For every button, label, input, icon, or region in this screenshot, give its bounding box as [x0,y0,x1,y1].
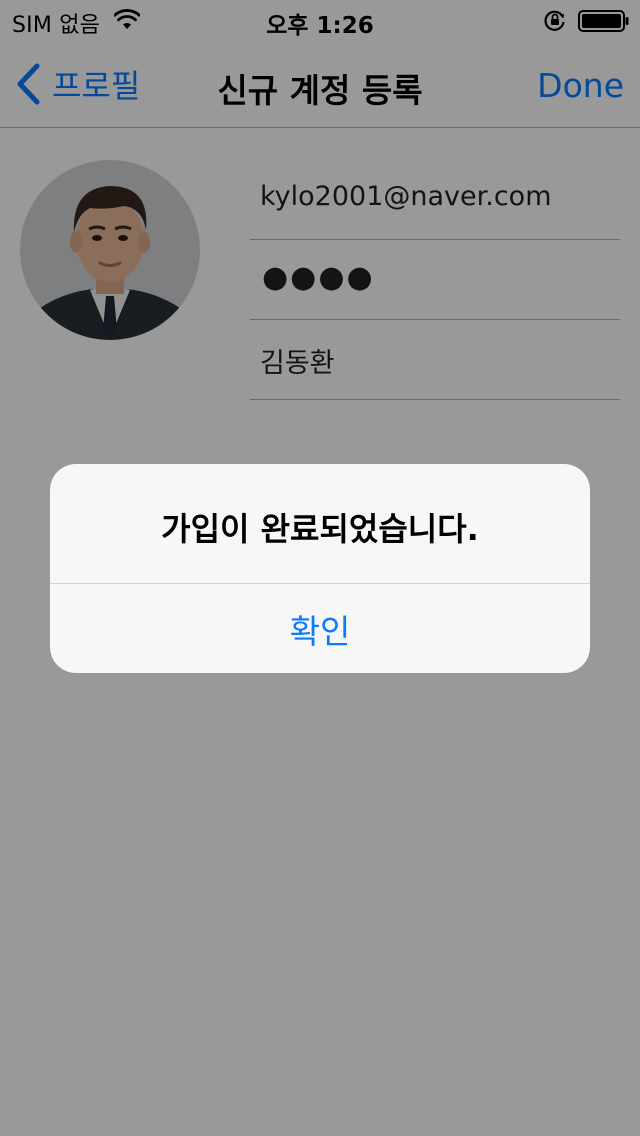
alert-message: 가입이 완료되었습니다. [161,510,479,548]
confirm-button[interactable]: 확인 [50,584,590,673]
alert-dialog: 가입이 완료되었습니다. 확인 [50,464,590,673]
